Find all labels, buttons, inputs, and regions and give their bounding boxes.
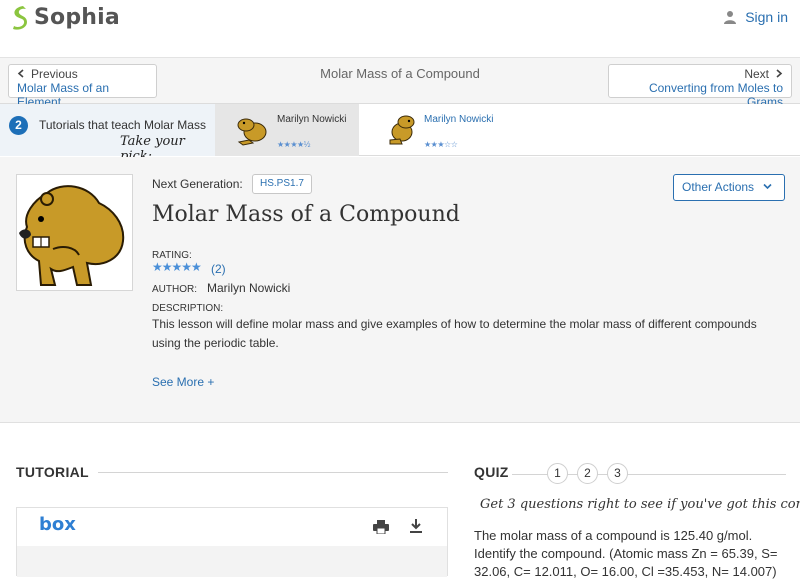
- tutorial-card[interactable]: Marilyn Nowicki ★★★★½: [215, 104, 359, 156]
- signin-link[interactable]: Sign in: [723, 9, 788, 25]
- tutorials-label: Tutorials that teach Molar Mass: [39, 118, 206, 132]
- beaver-mascot-icon: [389, 115, 415, 145]
- next-button[interactable]: Next Converting from Moles to Grams: [608, 64, 792, 109]
- author-label: AUTHOR:: [152, 284, 197, 295]
- rating-count[interactable]: (2): [211, 262, 226, 276]
- box-logo: box: [39, 514, 76, 535]
- description-label: DESCRIPTION:: [152, 303, 224, 314]
- quiz-step-1[interactable]: 1: [547, 463, 568, 484]
- lesson-info-panel: Next Generation: HS.PS1.7 Other Actions …: [0, 157, 800, 423]
- tutorial-heading: TUTORIAL: [16, 464, 89, 480]
- quiz-instruction: Get 3 questions right to see if you've g…: [480, 497, 800, 512]
- tutorial-viewer-body: [17, 546, 447, 577]
- signin-label: Sign in: [745, 9, 788, 25]
- sophia-logo[interactable]: Sophia: [10, 4, 120, 30]
- other-actions-label: Other Actions: [682, 180, 755, 194]
- quiz-heading: QUIZ: [474, 464, 509, 480]
- person-icon: [724, 11, 737, 24]
- lesson-description: This lesson will define molar mass and g…: [152, 317, 757, 350]
- quiz-step-2[interactable]: 2: [577, 463, 598, 484]
- beaver-mascot-icon: [19, 185, 125, 286]
- top-bar: Sophia Sign in: [0, 0, 800, 58]
- next-generation-label: Next Generation:: [152, 177, 243, 191]
- lesson-title: Molar Mass of a Compound: [152, 202, 460, 227]
- sophia-logo-icon: [13, 6, 27, 30]
- lesson-thumbnail: [16, 174, 133, 291]
- next-label: Next: [744, 67, 769, 81]
- author-name[interactable]: Marilyn Nowicki: [207, 281, 290, 295]
- chevron-right-icon: [776, 69, 783, 78]
- tutor-rating-stars: ★★★★½: [277, 140, 310, 149]
- rating-stars: ★★★★★: [152, 260, 202, 274]
- quiz-question: The molar mass of a compound is 125.40 g…: [474, 528, 778, 579]
- tutor-rating-stars: ★★★☆☆: [424, 140, 458, 149]
- tutorial-count-badge: 2: [9, 116, 28, 135]
- tutorial-viewer: box: [16, 507, 448, 577]
- tutor-name: Marilyn Nowicki: [277, 114, 347, 125]
- brand-name: Sophia: [34, 4, 120, 30]
- download-icon[interactable]: [409, 519, 423, 534]
- other-actions-button[interactable]: Other Actions: [673, 174, 785, 201]
- tutorials-summary: 2 Tutorials that teach Molar Mass Take y…: [0, 104, 215, 164]
- chevron-down-icon: [763, 183, 772, 190]
- tutor-name: Marilyn Nowicki: [424, 114, 494, 125]
- standard-badge[interactable]: HS.PS1.7: [252, 174, 312, 194]
- quiz-step-3[interactable]: 3: [607, 463, 628, 484]
- beaver-mascot-icon: [237, 118, 267, 146]
- see-more-link[interactable]: See More +: [152, 375, 214, 389]
- lesson-navigation: Previous Molar Mass of an Element Molar …: [0, 58, 800, 109]
- tutorial-divider: [98, 472, 448, 473]
- tutorials-strip: 2 Tutorials that teach Molar Mass Take y…: [0, 104, 800, 164]
- print-icon[interactable]: [373, 520, 389, 534]
- tutorial-card[interactable]: Marilyn Nowicki ★★★☆☆: [372, 104, 522, 156]
